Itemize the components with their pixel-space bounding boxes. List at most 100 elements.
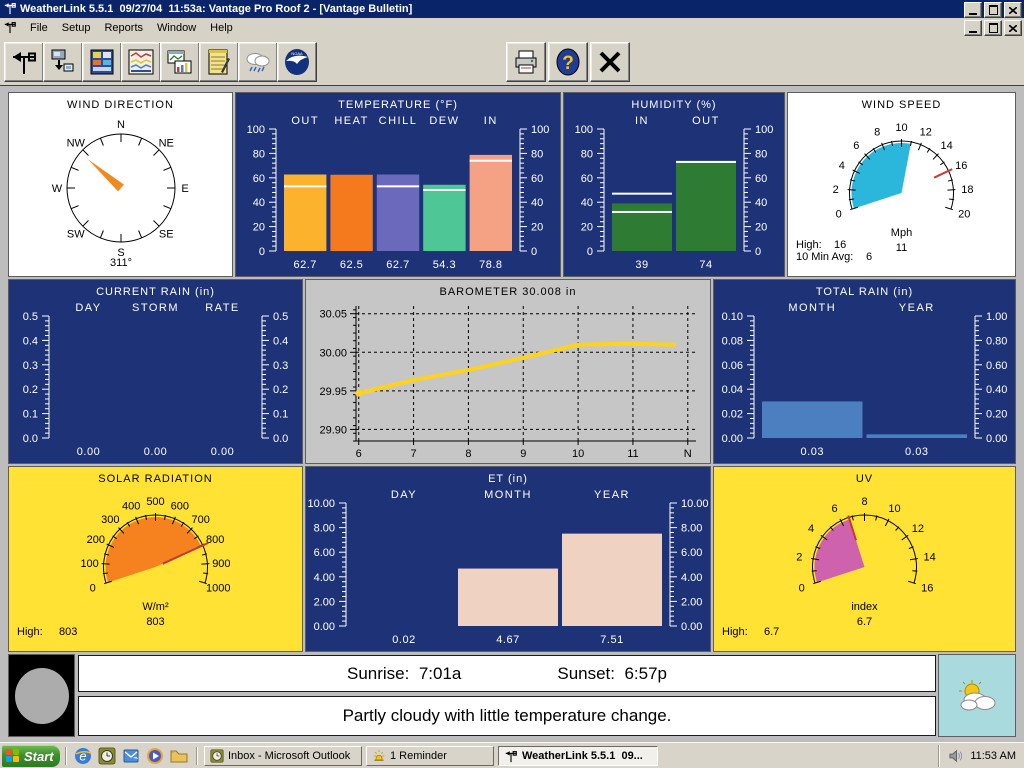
svg-text:16: 16: [921, 582, 933, 594]
taskbar: Start e Inbox - Microsoft Outlook 1 Remi…: [0, 742, 1024, 768]
reminder-icon: [372, 749, 386, 763]
svg-text:?: ?: [562, 53, 574, 74]
svg-text:BAROMETER 30.008 in: BAROMETER 30.008 in: [440, 286, 577, 298]
svg-text:0.20: 0.20: [986, 409, 1007, 421]
svg-text:0.06: 0.06: [722, 360, 743, 372]
svg-text:30.05: 30.05: [319, 309, 347, 321]
menu-window[interactable]: Window: [150, 20, 203, 36]
menu-setup[interactable]: Setup: [55, 20, 98, 36]
menu-help[interactable]: Help: [203, 20, 240, 36]
svg-text:0.4: 0.4: [23, 335, 38, 347]
svg-text:100: 100: [80, 558, 98, 570]
svg-text:0.5: 0.5: [273, 311, 288, 323]
weatherlink-window: WeatherLink 5.5.1 09/27/04 11:53a: Vanta…: [0, 0, 1024, 768]
start-button[interactable]: Start: [2, 745, 60, 767]
svg-text:400: 400: [122, 501, 140, 513]
svg-text:100: 100: [247, 124, 265, 136]
folder-icon[interactable]: [169, 746, 189, 766]
svg-text:80: 80: [253, 148, 265, 160]
svg-text:6: 6: [356, 448, 362, 460]
print-button[interactable]: [506, 42, 546, 82]
sunrise-value: 7:01a: [419, 664, 462, 683]
document-icon[interactable]: [3, 20, 17, 37]
titlebar[interactable]: WeatherLink 5.5.1 09/27/04 11:53a: Vanta…: [0, 0, 1024, 18]
svg-text:0: 0: [259, 246, 265, 258]
wind-vane-icon: [504, 749, 518, 763]
minimize-button[interactable]: [964, 2, 982, 18]
svg-text:CURRENT RAIN (in): CURRENT RAIN (in): [96, 286, 215, 298]
svg-text:6.7: 6.7: [857, 616, 872, 628]
taskbar-divider: [65, 747, 66, 765]
svg-text:1000: 1000: [206, 582, 230, 594]
mdi-close-button[interactable]: [1004, 20, 1022, 36]
svg-text:20: 20: [581, 222, 593, 234]
forecast-icon-box: [938, 654, 1016, 737]
svg-text:RATE: RATE: [205, 302, 240, 314]
restore-button[interactable]: [984, 2, 1002, 18]
svg-text:100: 100: [531, 124, 549, 136]
panel-humidity: HUMIDITY (%)002020404060608080100100IN39…: [563, 92, 785, 277]
svg-text:4.00: 4.00: [314, 572, 335, 584]
svg-text:ET (in): ET (in): [488, 473, 528, 485]
svg-text:10: 10: [572, 448, 584, 460]
svg-text:4: 4: [808, 523, 814, 535]
rain-data-button[interactable]: [238, 42, 278, 82]
svg-text:0.3: 0.3: [23, 360, 38, 372]
outlook-express-icon[interactable]: [121, 746, 141, 766]
svg-text:TOTAL RAIN (in): TOTAL RAIN (in): [816, 286, 913, 298]
task-inbox-outlook[interactable]: Inbox - Microsoft Outlook: [204, 746, 362, 766]
svg-text:16: 16: [955, 160, 967, 172]
svg-text:OUT: OUT: [692, 115, 720, 127]
close-bulletin-button[interactable]: [590, 42, 630, 82]
mdi-restore-button[interactable]: [984, 20, 1002, 36]
svg-text:MONTH: MONTH: [788, 302, 836, 314]
menu-reports[interactable]: Reports: [97, 20, 150, 36]
svg-text:0.04: 0.04: [722, 384, 743, 396]
svg-text:8: 8: [874, 127, 880, 139]
panel-wind-speed: WIND SPEED02468101214161820Mph11High:161…: [787, 92, 1016, 277]
svg-text:12: 12: [912, 523, 924, 535]
summary-report-button[interactable]: [160, 42, 200, 82]
svg-text:NOAA: NOAA: [291, 51, 303, 56]
wind-vane-button[interactable]: [4, 42, 44, 82]
outlook-icon[interactable]: [97, 746, 117, 766]
download-data-button[interactable]: [43, 42, 83, 82]
svg-text:1.00: 1.00: [986, 311, 1007, 323]
close-button[interactable]: [1004, 2, 1022, 18]
app-icon: [3, 1, 17, 18]
menu-file[interactable]: File: [23, 20, 55, 36]
help-button[interactable]: ?: [548, 42, 588, 82]
task-weatherlink[interactable]: WeatherLink 5.5.1 09...: [498, 746, 658, 766]
svg-text:0.1: 0.1: [23, 409, 38, 421]
taskbar-divider: [196, 747, 197, 765]
svg-text:0.3: 0.3: [273, 360, 288, 372]
notes-button[interactable]: [199, 42, 239, 82]
strip-charts-button[interactable]: [121, 42, 161, 82]
internet-explorer-icon[interactable]: e: [73, 746, 93, 766]
svg-text:0: 0: [587, 246, 593, 258]
svg-text:40: 40: [581, 197, 593, 209]
volume-icon[interactable]: [949, 749, 964, 763]
svg-text:18: 18: [961, 184, 973, 196]
svg-text:0.5: 0.5: [23, 311, 38, 323]
bulletin-button[interactable]: [82, 42, 122, 82]
svg-text:index: index: [851, 601, 878, 613]
svg-text:9: 9: [520, 448, 526, 460]
svg-text:0.03: 0.03: [801, 446, 824, 458]
svg-text:2.00: 2.00: [314, 596, 335, 608]
svg-text:0.00: 0.00: [144, 446, 167, 458]
svg-text:10: 10: [888, 503, 900, 515]
svg-text:SW: SW: [67, 228, 85, 240]
svg-text:0.2: 0.2: [23, 384, 38, 396]
windows-logo-icon: [6, 749, 20, 763]
media-player-icon[interactable]: [145, 746, 165, 766]
mdi-minimize-button[interactable]: [964, 20, 982, 36]
partly-cloudy-icon: [955, 678, 999, 714]
svg-text:803: 803: [146, 616, 164, 628]
task-reminder[interactable]: 1 Reminder: [366, 746, 494, 766]
svg-text:0.10: 0.10: [722, 311, 743, 323]
svg-text:NW: NW: [67, 138, 86, 150]
noaa-button[interactable]: NOAA: [277, 42, 317, 82]
svg-text:YEAR: YEAR: [594, 489, 630, 501]
panel-barometer: BAROMETER 30.008 in29.9029.9530.0030.056…: [305, 279, 711, 464]
